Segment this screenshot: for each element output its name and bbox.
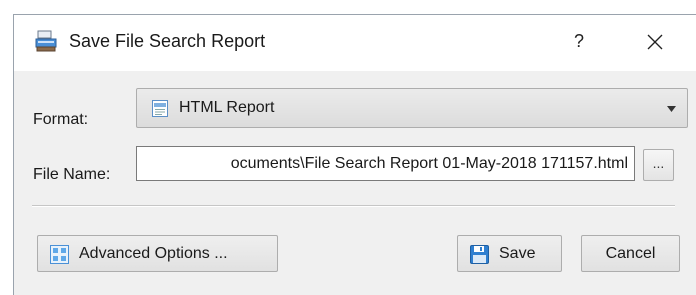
- title-bar: Save File Search Report ?: [14, 15, 696, 71]
- file-name-label: File Name:: [33, 166, 111, 183]
- html-file-icon: [152, 100, 168, 117]
- cancel-label: Cancel: [605, 245, 656, 262]
- close-icon[interactable]: [640, 27, 670, 57]
- options-grid-icon: [50, 245, 69, 264]
- format-selected-value: HTML Report: [179, 99, 275, 116]
- separator: [32, 205, 675, 207]
- save-label: Save: [499, 245, 536, 262]
- format-label: Format:: [33, 111, 89, 128]
- advanced-options-label: Advanced Options ...: [79, 245, 228, 262]
- file-name-input[interactable]: ocuments\File Search Report 01-May-2018 …: [136, 146, 635, 181]
- format-dropdown[interactable]: HTML Report: [136, 88, 688, 128]
- floppy-disk-icon: [470, 245, 489, 264]
- save-report-dialog: Save File Search Report ? Format: HTML R…: [13, 14, 696, 295]
- cancel-button[interactable]: Cancel: [581, 235, 680, 272]
- dialog-title: Save File Search Report: [69, 31, 266, 51]
- chevron-down-icon: [667, 106, 676, 112]
- browse-button[interactable]: ...: [643, 149, 674, 181]
- advanced-options-button[interactable]: Advanced Options ...: [37, 235, 278, 272]
- help-button[interactable]: ?: [566, 27, 592, 55]
- printer-scanner-icon: [35, 30, 57, 52]
- file-name-value: ocuments\File Search Report 01-May-2018 …: [230, 155, 628, 172]
- save-button[interactable]: Save: [457, 235, 562, 272]
